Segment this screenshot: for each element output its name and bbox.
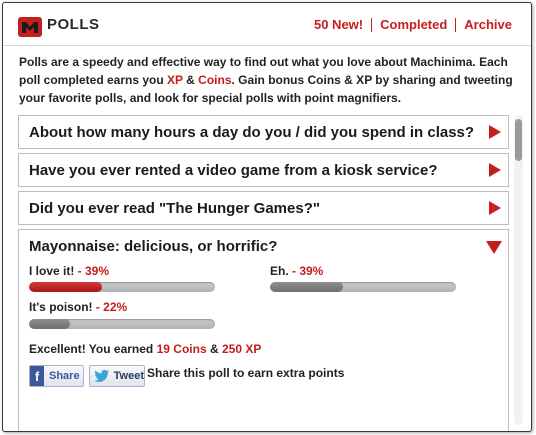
panel-title: POLLS (47, 16, 100, 33)
poll-question: Have you ever rented a video game from a… (29, 162, 438, 179)
poll-question: About how many hours a day do you / did … (29, 124, 475, 141)
result-bar-fill (29, 319, 70, 329)
option-percent: - 39% (74, 264, 110, 278)
active-poll-question: Mayonnaise: delicious, or horrific? (29, 238, 278, 255)
option-label: I love it! (29, 264, 75, 278)
intro-amp: & (182, 73, 199, 87)
result-bar-fill (29, 282, 102, 292)
share-hint: Share this poll to earn extra points (147, 366, 345, 380)
result-bar (270, 282, 456, 292)
facebook-icon: f (30, 366, 44, 386)
poll-item[interactable]: About how many hours a day do you / did … (18, 115, 509, 149)
earned-coins: 19 Coins (156, 342, 207, 356)
option-percent: - 39% (288, 264, 324, 278)
earned-message: Excellent! You earned 19 Coins & 250 XP (29, 342, 261, 356)
result-bar (29, 319, 215, 329)
earned-xp: 250 XP (221, 342, 262, 356)
option-label: Eh. (270, 264, 289, 278)
intro-xp: XP (167, 73, 183, 87)
poll-option: I love it! - 39% (29, 264, 109, 278)
machinima-logo-icon (18, 17, 42, 37)
poll-item[interactable]: Have you ever rented a video game from a… (18, 153, 509, 187)
option-label: It's poison! (29, 300, 93, 314)
poll-option: Eh. - 39% (270, 264, 323, 278)
nav-divider (371, 17, 373, 32)
intro-text: Polls are a speedy and effective way to … (19, 53, 517, 107)
twitter-bird-icon (94, 369, 110, 382)
tweet-label: Tweet (113, 370, 144, 382)
facebook-share-button[interactable]: f Share (29, 365, 84, 387)
poll-question: Did you ever read "The Hunger Games?" (29, 200, 320, 217)
option-percent: - 22% (92, 300, 128, 314)
result-bar-fill (270, 282, 343, 292)
earned-amp: & (206, 342, 222, 356)
poll-item[interactable]: Did you ever read "The Hunger Games?" (18, 191, 509, 225)
earned-prefix: Excellent! You earned (29, 342, 157, 356)
polls-panel: POLLS 50 New! Completed Archive Polls ar… (2, 2, 532, 432)
expand-arrow-icon[interactable] (489, 163, 501, 177)
scrollbar-track[interactable] (514, 115, 523, 425)
scrollbar-thumb[interactable] (515, 119, 522, 161)
expand-arrow-icon[interactable] (489, 125, 501, 139)
intro-coins: Coins (198, 73, 232, 87)
result-bar (29, 282, 215, 292)
completed-link[interactable]: Completed (380, 17, 447, 32)
archive-link[interactable]: Archive (464, 17, 512, 32)
facebook-share-label: Share (49, 370, 80, 382)
new-polls-link[interactable]: 50 New! (314, 17, 363, 32)
active-poll: Mayonnaise: delicious, or horrific? I lo… (18, 229, 509, 431)
tweet-button[interactable]: Tweet (89, 365, 145, 387)
nav-divider (455, 17, 457, 32)
poll-option: It's poison! - 22% (29, 300, 127, 314)
expand-arrow-icon[interactable] (489, 201, 501, 215)
panel-header: POLLS 50 New! Completed Archive (3, 3, 531, 46)
collapse-arrow-icon[interactable] (486, 241, 502, 254)
poll-list: About how many hours a day do you / did … (18, 115, 509, 431)
poll-nav: 50 New! Completed Archive (314, 17, 512, 32)
